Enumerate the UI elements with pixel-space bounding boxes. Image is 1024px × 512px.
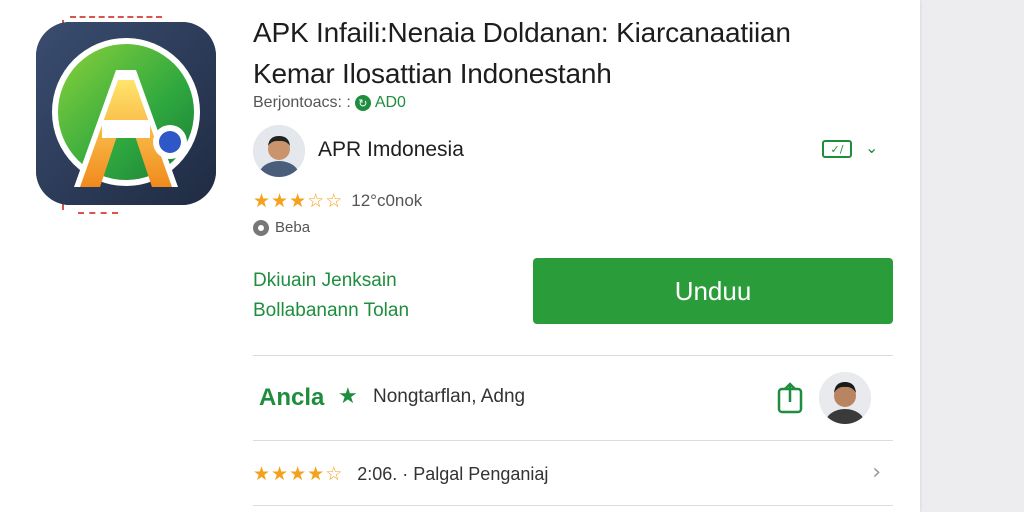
star-icon: ★ <box>338 384 358 409</box>
divider <box>253 355 893 356</box>
app-title-line2: Kemar Ilosattian Indonestanh <box>253 58 612 89</box>
promo-text: Dkiuain Jenksain Bollabanann Tolan <box>253 266 409 326</box>
promo-line1: Dkiuain Jenksain <box>253 270 397 291</box>
star-empty-icon: ☆ <box>325 463 344 485</box>
user-avatar[interactable] <box>819 372 871 424</box>
app-title: APK Infaili:Nenaia Doldanan: Kiarcanaati… <box>253 12 913 94</box>
section-title: Ancla <box>259 384 325 411</box>
star-filled-icon: ★ <box>271 190 290 212</box>
divider <box>253 505 893 506</box>
section-subtitle: Nongtarflan, Adng <box>373 386 526 407</box>
review-stars: ★★★★☆ <box>253 463 343 485</box>
app-title-line1: APK Infaili:Nenaia Doldanan: Kiarcanaati… <box>253 17 791 48</box>
divider <box>253 440 893 441</box>
review-text: 2:06. · Palgal Penganiaj <box>357 463 549 484</box>
rating-stars: ★★★☆☆ <box>253 190 343 212</box>
section-header-row[interactable]: Ancla ★ Nongtarflan, Adng <box>253 372 893 428</box>
download-button[interactable]: Unduu <box>533 258 893 324</box>
review-row[interactable]: ★★★★☆ 2:06. · Palgal Penganiaj › <box>253 456 893 492</box>
beta-label: Beba <box>275 219 311 236</box>
star-filled-icon: ★ <box>289 463 308 485</box>
star-filled-icon: ★ <box>253 463 272 485</box>
rating-row: ★★★☆☆ 12°c0nok <box>253 190 422 212</box>
downloads-label: Berjontoacs: : <box>253 94 351 111</box>
app-icon-container <box>30 16 225 216</box>
developer-avatar[interactable] <box>253 125 305 177</box>
developer-row[interactable]: APR Imdonesia ✓/ ⌄ <box>253 124 893 178</box>
star-empty-icon: ☆ <box>325 190 344 212</box>
star-empty-icon: ☆ <box>307 190 326 212</box>
beta-row: Beba <box>253 219 310 236</box>
beta-icon <box>253 219 269 236</box>
rating-count: 12°c0nok <box>351 191 423 210</box>
star-filled-icon: ★ <box>271 463 290 485</box>
star-filled-icon: ★ <box>253 190 272 212</box>
share-icon[interactable] <box>776 382 804 414</box>
side-background <box>922 0 1024 512</box>
refresh-icon: ↻ <box>354 95 371 111</box>
downloads-value: AD0 <box>374 94 406 111</box>
downloads-info: Berjontoacs: : ↻ AD0 <box>253 94 406 112</box>
star-filled-icon: ★ <box>289 190 308 212</box>
verified-badge-icon[interactable]: ✓/ <box>822 140 852 158</box>
chevron-right-icon[interactable]: › <box>872 460 881 485</box>
selection-dash <box>78 212 118 216</box>
developer-name[interactable]: APR Imdonesia <box>318 138 464 162</box>
promo-line2: Bollabanann Tolan <box>253 300 410 321</box>
apk-logo-icon[interactable] <box>36 22 216 205</box>
selection-dash <box>70 16 162 20</box>
chevron-down-icon[interactable]: ⌄ <box>865 138 878 157</box>
app-detail-card: APK Infaili:Nenaia Doldanan: Kiarcanaati… <box>0 0 920 512</box>
star-filled-icon: ★ <box>307 463 326 485</box>
